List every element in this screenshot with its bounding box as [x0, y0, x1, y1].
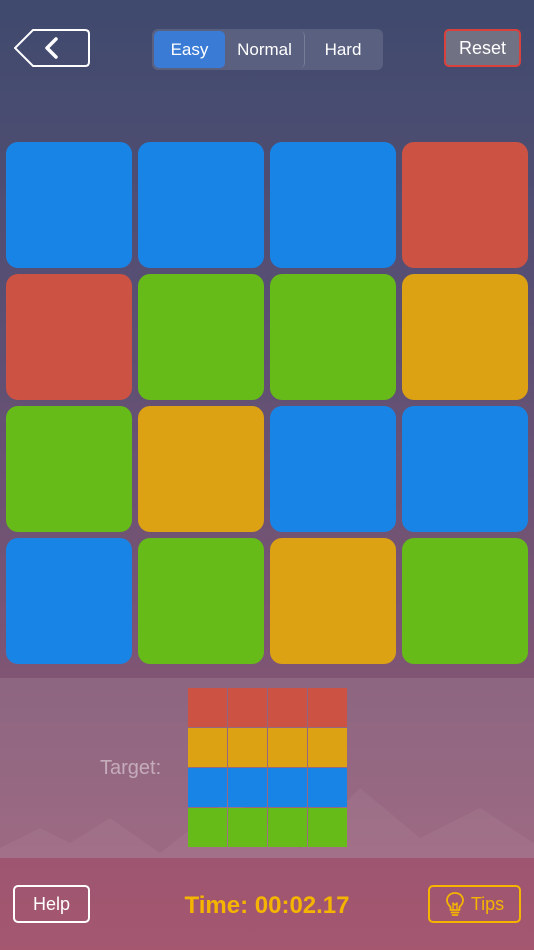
target-cell-blue [188, 768, 227, 807]
board-tile-yellow[interactable] [270, 538, 396, 664]
target-label: Target: [100, 757, 162, 779]
difficulty-easy[interactable]: Easy [154, 31, 225, 68]
board-tile-blue[interactable] [138, 142, 264, 268]
target-cell-yellow [268, 728, 307, 767]
timer-label: Time: [184, 892, 249, 919]
board-tile-blue[interactable] [6, 538, 132, 664]
board-tile-green[interactable] [138, 538, 264, 664]
target-cell-yellow [228, 728, 267, 767]
chevron-left-icon [45, 37, 58, 59]
target-cell-red [308, 688, 347, 727]
board-tile-green[interactable] [138, 274, 264, 400]
timer: Time: 00:02.17 [150, 892, 384, 920]
board-tile-green[interactable] [270, 274, 396, 400]
target-cell-red [188, 688, 227, 727]
difficulty-hard[interactable]: Hard [305, 31, 381, 68]
board-tile-green[interactable] [402, 538, 528, 664]
target-panel: Target: [0, 678, 534, 858]
board-tile-blue[interactable] [402, 406, 528, 532]
top-bar: Easy Normal Hard Reset [0, 0, 534, 100]
target-cell-yellow [308, 728, 347, 767]
target-cell-blue [228, 768, 267, 807]
difficulty-selector: Easy Normal Hard [152, 29, 383, 70]
target-cell-green [268, 808, 307, 847]
target-cell-blue [268, 768, 307, 807]
help-button[interactable]: Help [13, 885, 90, 923]
lightbulb-icon [445, 892, 464, 916]
board-tile-blue[interactable] [6, 142, 132, 268]
board-tile-yellow[interactable] [138, 406, 264, 532]
board-tile-blue[interactable] [270, 142, 396, 268]
board-tile-red[interactable] [402, 142, 528, 268]
back-button[interactable] [14, 29, 90, 67]
target-cell-green [188, 808, 227, 847]
difficulty-normal[interactable]: Normal [225, 31, 305, 68]
target-cell-yellow [188, 728, 227, 767]
target-cell-red [228, 688, 267, 727]
target-cell-blue [308, 768, 347, 807]
board-tile-green[interactable] [6, 406, 132, 532]
target-cell-green [308, 808, 347, 847]
target-grid [188, 688, 347, 847]
board-tile-red[interactable] [6, 274, 132, 400]
reset-button[interactable]: Reset [444, 29, 521, 67]
target-cell-red [268, 688, 307, 727]
back-button-outline [14, 29, 90, 67]
tips-label: Tips [470, 893, 505, 914]
timer-value: 00:02.17 [254, 892, 350, 919]
target-cell-green [228, 808, 267, 847]
board-tile-yellow[interactable] [402, 274, 528, 400]
game-board [0, 137, 534, 672]
board-tile-blue[interactable] [270, 406, 396, 532]
tips-button[interactable]: Tips [428, 885, 521, 923]
bottom-bar: Help Time: 00:02.17 Tips [0, 858, 534, 950]
